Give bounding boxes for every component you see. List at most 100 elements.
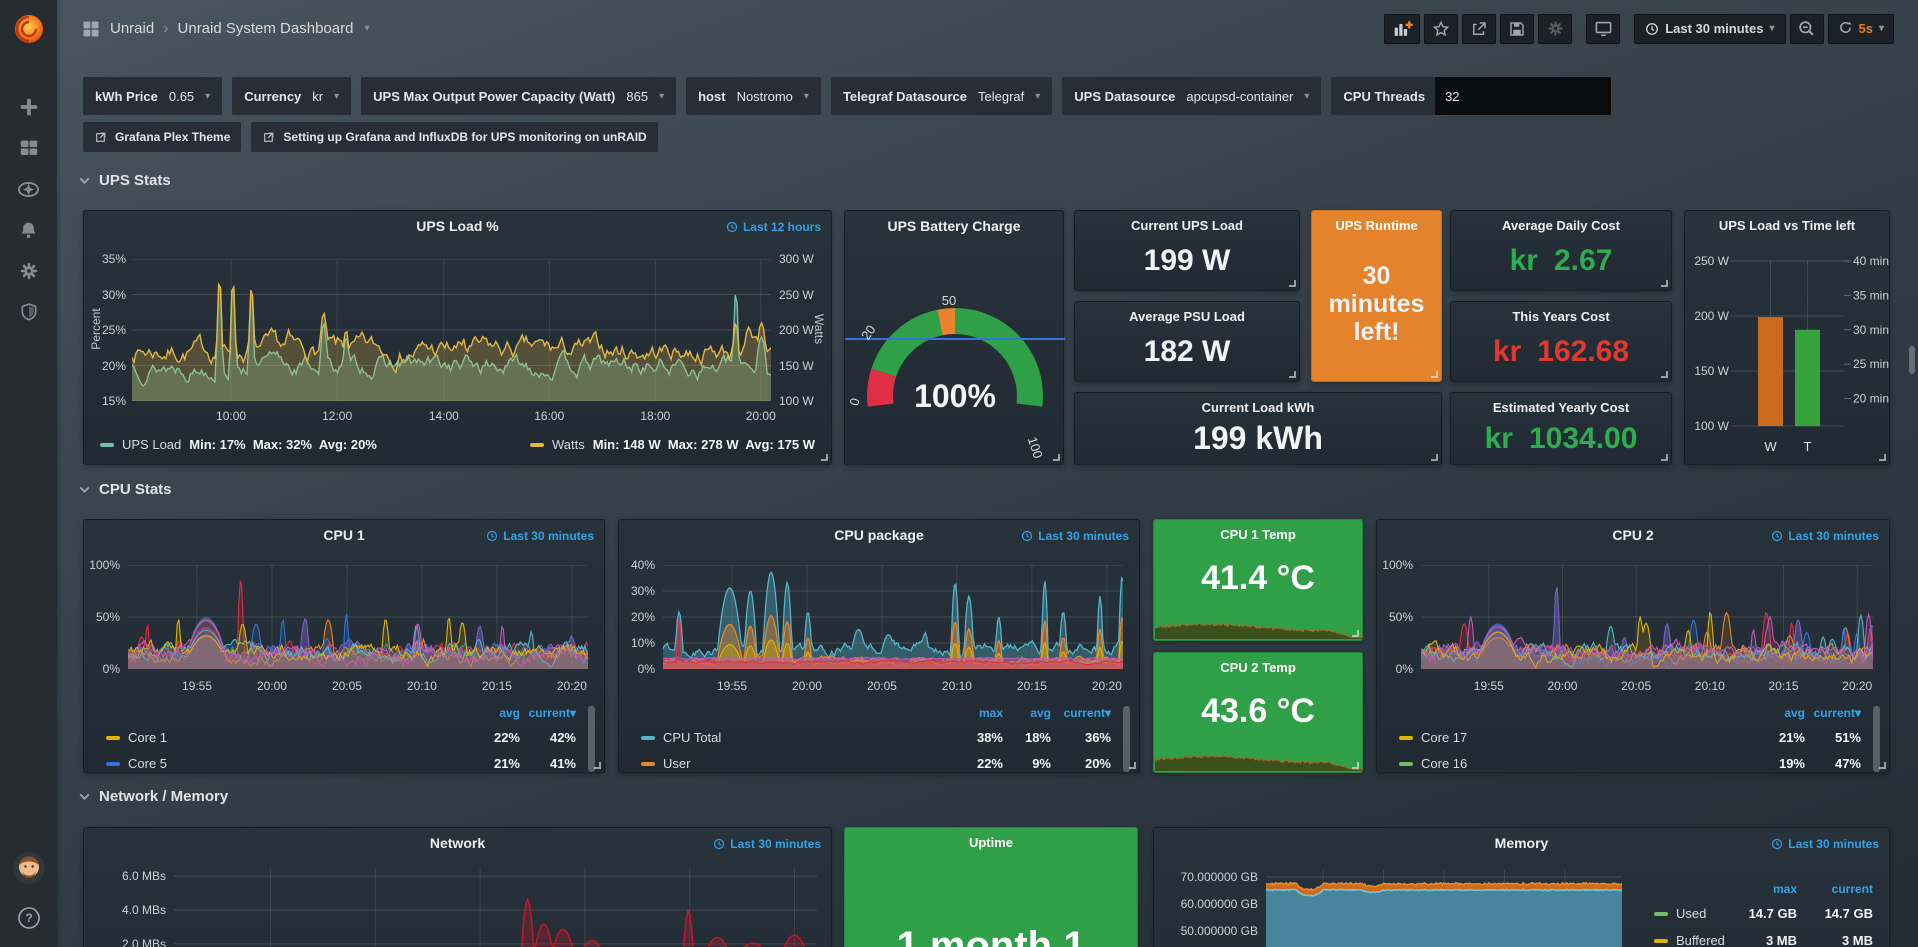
dashboard-settings-button[interactable] — [1538, 14, 1572, 44]
panel-cpu1-temp[interactable]: CPU 1 Temp 41.4 °C — [1153, 519, 1363, 641]
sidebar-item-explore[interactable] — [17, 177, 41, 201]
panel-title[interactable]: UPS Load % — [124, 218, 791, 234]
panel-this-years-cost[interactable]: This Years Cost kr162.68 — [1450, 301, 1672, 382]
time-range-picker[interactable]: Last 30 minutes ▾ — [1634, 14, 1785, 44]
resize-handle[interactable] — [1289, 280, 1296, 287]
resize-handle[interactable] — [1661, 454, 1668, 461]
panel-title[interactable]: Current UPS Load — [1083, 218, 1291, 233]
panel-title[interactable]: UPS Runtime — [1320, 218, 1433, 233]
panel-title[interactable]: Memory — [1194, 835, 1849, 851]
panel-memory[interactable]: Memory Last 30 minutes 70.000000 GB60.00… — [1153, 827, 1890, 947]
panel-cpu-package[interactable]: CPU package Last 30 minutes 40%30%20%10%… — [618, 519, 1140, 773]
legend-series-name[interactable]: Watts — [552, 437, 585, 452]
chevron-down-icon[interactable]: ▾ — [205, 91, 210, 102]
variable-input[interactable] — [1435, 77, 1611, 115]
resize-handle[interactable] — [1352, 762, 1359, 769]
resize-handle[interactable] — [1661, 280, 1668, 287]
resize-handle[interactable] — [1431, 454, 1438, 461]
sidebar-item-configuration[interactable] — [17, 259, 41, 283]
resize-handle[interactable] — [1289, 371, 1296, 378]
add-panel-button[interactable] — [1384, 14, 1420, 44]
panel-title[interactable]: Network — [124, 835, 791, 851]
variable-value[interactable]: kr — [312, 89, 323, 104]
legend-scrollbar[interactable] — [588, 706, 595, 772]
sidebar-item-alerting[interactable] — [17, 218, 41, 242]
legend-series-name[interactable]: Buffered — [1654, 933, 1725, 947]
chevron-down-icon[interactable]: ▾ — [804, 91, 809, 102]
chevron-down-icon[interactable]: ▾ — [1035, 91, 1040, 102]
panel-ups-runtime[interactable]: UPS Runtime 30 minutes left! — [1311, 210, 1442, 382]
legend-series-name[interactable]: Core 5 — [106, 756, 167, 771]
zoom-out-time-button[interactable] — [1790, 14, 1824, 44]
chevron-down-icon[interactable]: ▾ — [334, 91, 339, 102]
panel-average-daily-cost[interactable]: Average Daily Cost kr2.67 — [1450, 210, 1672, 291]
legend-column-header[interactable]: max — [979, 706, 1003, 720]
legend-column-header[interactable]: avg — [499, 706, 520, 720]
resize-handle[interactable] — [1129, 762, 1136, 769]
legend-series-name[interactable]: Core 16 — [1399, 756, 1467, 771]
chevron-down-icon[interactable]: ▾ — [659, 91, 664, 102]
legend-series-name[interactable]: UPS Load — [122, 437, 181, 452]
resize-handle[interactable] — [1661, 371, 1668, 378]
panel-title[interactable]: Current Load kWh — [1083, 400, 1433, 415]
kiosk-mode-button[interactable] — [1586, 14, 1620, 44]
legend-series-name[interactable]: Core 17 — [1399, 730, 1467, 745]
legend-column-header[interactable]: current▾ — [1064, 706, 1111, 720]
legend-series-name[interactable]: Used — [1654, 906, 1706, 921]
breadcrumb-app[interactable]: Unraid — [110, 20, 154, 37]
panel-ups-load[interactable]: UPS Load % Last 12 hours 35%30%25%20%15%… — [83, 210, 832, 465]
panel-uptime[interactable]: Uptime 1 month 1 — [844, 827, 1138, 947]
dashboard-dropdown-caret[interactable]: ▾ — [364, 23, 369, 34]
panel-time-range[interactable]: Last 12 hours — [726, 220, 821, 234]
section-network-memory[interactable]: Network / Memory — [78, 788, 228, 805]
legend-column-header[interactable]: avg — [1030, 706, 1051, 720]
variable-value[interactable]: Telegraf — [978, 89, 1024, 104]
panel-cpu2-temp[interactable]: CPU 2 Temp 43.6 °C — [1153, 652, 1363, 773]
star-dashboard-button[interactable] — [1424, 14, 1458, 44]
legend-series-name[interactable]: User — [641, 756, 690, 771]
variable-value[interactable]: Nostromo — [737, 89, 793, 104]
page-title[interactable]: Unraid System Dashboard — [178, 20, 354, 37]
refresh-picker[interactable]: 5s ▾ — [1828, 14, 1895, 44]
section-cpu-stats[interactable]: CPU Stats — [78, 481, 172, 498]
resize-handle[interactable] — [1431, 371, 1438, 378]
grafana-logo[interactable] — [0, 0, 57, 57]
variable-value[interactable]: 865 — [626, 89, 648, 104]
panel-title[interactable]: Estimated Yearly Cost — [1459, 400, 1663, 415]
panel-title[interactable]: Uptime — [885, 835, 1097, 850]
panel-time-range[interactable]: Last 30 minutes — [1021, 529, 1129, 543]
resize-handle[interactable] — [1879, 762, 1886, 769]
panel-title[interactable]: Average PSU Load — [1083, 309, 1291, 324]
legend-column-header[interactable]: current — [1832, 882, 1873, 896]
dashboard-link[interactable]: Setting up Grafana and InfluxDB for UPS … — [251, 122, 657, 152]
panel-ups-load-vs-time-left[interactable]: UPS Load vs Time left 250 W200 W150 W100… — [1684, 210, 1890, 465]
user-avatar[interactable] — [12, 851, 46, 890]
panel-current-load-kwh[interactable]: Current Load kWh 199 kWh — [1074, 392, 1442, 465]
variable-value[interactable]: apcupsd-container — [1186, 89, 1293, 104]
dashboard-link[interactable]: Grafana Plex Theme — [83, 122, 241, 152]
help-button[interactable]: ? — [17, 906, 41, 935]
resize-handle[interactable] — [1352, 630, 1359, 637]
legend-column-header[interactable]: current▾ — [529, 706, 576, 720]
panel-title[interactable]: CPU 1 Temp — [1194, 527, 1322, 542]
panel-time-range[interactable]: Last 30 minutes — [1771, 529, 1879, 543]
legend-column-header[interactable]: avg — [1784, 706, 1805, 720]
page-scrollbar[interactable] — [1909, 346, 1915, 374]
resize-handle[interactable] — [594, 762, 601, 769]
panel-title[interactable]: Average Daily Cost — [1459, 218, 1663, 233]
panel-network[interactable]: Network Last 30 minutes 6.0 MBs4.0 MBs2.… — [83, 827, 832, 947]
legend-scrollbar[interactable] — [1123, 706, 1130, 772]
legend-column-header[interactable]: max — [1773, 882, 1797, 896]
panel-average-psu-load[interactable]: Average PSU Load 182 W — [1074, 301, 1300, 382]
panel-estimated-yearly-cost[interactable]: Estimated Yearly Cost kr1034.00 — [1450, 392, 1672, 465]
legend-column-header[interactable]: current▾ — [1814, 706, 1861, 720]
share-dashboard-button[interactable] — [1462, 14, 1496, 44]
panel-time-range[interactable]: Last 30 minutes — [486, 529, 594, 543]
chevron-down-icon[interactable]: ▾ — [1304, 91, 1309, 102]
resize-handle[interactable] — [821, 454, 828, 461]
sidebar-item-dashboards[interactable] — [17, 136, 41, 160]
sidebar-item-server-admin[interactable] — [17, 300, 41, 324]
legend-scrollbar[interactable] — [1873, 706, 1880, 772]
panel-time-range[interactable]: Last 30 minutes — [1771, 837, 1879, 851]
panel-title[interactable]: This Years Cost — [1459, 309, 1663, 324]
